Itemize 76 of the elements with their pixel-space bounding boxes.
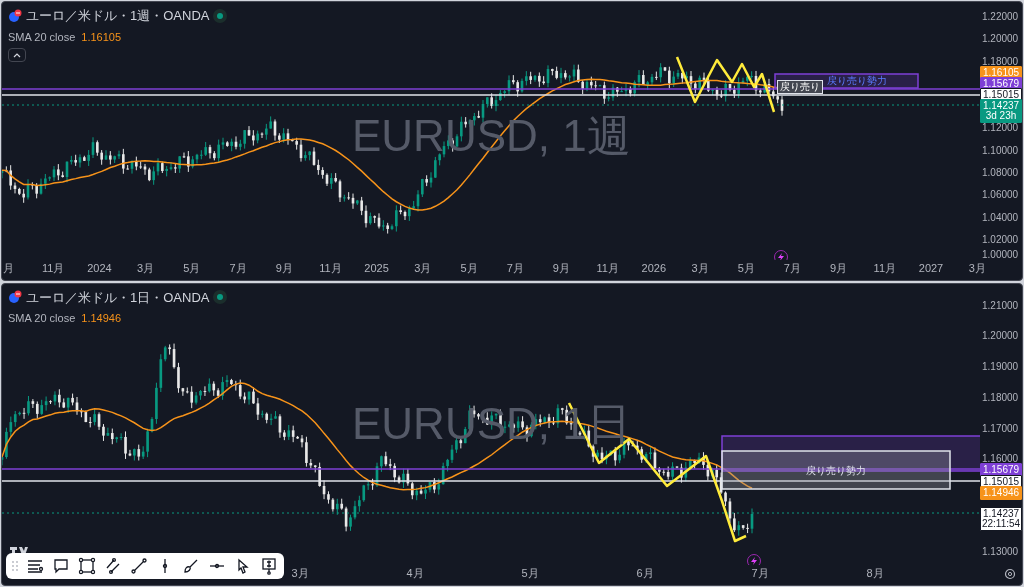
time-tick: 7月 <box>506 262 524 274</box>
chart-title: ユーロ／米ドル・1週・OANDA <box>26 7 210 25</box>
price-value: 1.14237 <box>982 508 1020 519</box>
rectangle-tool-icon[interactable] <box>78 557 96 575</box>
countdown: 3d 23h <box>985 111 1017 121</box>
countdown: 22:11:54 <box>981 518 1021 529</box>
price-value: 1.14237 <box>982 101 1020 111</box>
price-value: 1.15679 <box>982 79 1020 89</box>
price-tick: 1.18000 <box>982 392 1019 403</box>
price-label-icon[interactable] <box>260 557 278 575</box>
time-tick: 2025 <box>364 262 389 274</box>
caret-icon <box>13 52 21 58</box>
price-tick: 1.04000 <box>982 212 1019 223</box>
price-tick: 1.20000 <box>982 34 1019 45</box>
price-tick: 1.17000 <box>982 423 1019 434</box>
time-tick: 3月 <box>291 568 309 579</box>
chart-title: ユーロ／米ドル・1日・OANDA <box>26 288 210 307</box>
trend-line-icon[interactable] <box>130 557 148 575</box>
drag-handle-icon[interactable] <box>12 560 18 572</box>
price-tick: 1.02000 <box>982 234 1019 245</box>
price-value: 1.15679 <box>982 464 1020 475</box>
time-tick: 6月 <box>636 568 654 579</box>
time-tick: 9月 <box>275 262 293 274</box>
price-tick: 1.10000 <box>982 145 1019 156</box>
time-tick: 9月 <box>552 262 570 274</box>
price-tick: 1.22000 <box>982 12 1019 22</box>
price-value: 1.15015 <box>982 90 1020 100</box>
indicator-name: SMA 20 close <box>8 29 76 45</box>
time-tick: 7月 <box>229 262 247 274</box>
time-tick: 9月 <box>830 262 848 274</box>
time-tick: 2024 <box>87 262 112 274</box>
price-value: 1.16105 <box>982 68 1020 78</box>
indicator-value: 1.14946 <box>81 311 122 326</box>
parallel-lines-icon[interactable] <box>104 557 122 575</box>
price-tick: 1.12000 <box>982 123 1019 134</box>
time-tick: 3月 <box>414 262 432 274</box>
price-tick: 1.19000 <box>982 362 1019 372</box>
time-tick: 11月 <box>873 262 896 274</box>
zone-label: 戻り売り勢力 <box>827 76 887 86</box>
indicator-value: 1.16105 <box>81 29 122 45</box>
time-tick: 5月 <box>183 262 201 274</box>
time-tick: 11月 <box>596 262 619 274</box>
price-tick: 1.00000 <box>982 250 1019 260</box>
settings-icon[interactable] <box>1004 568 1016 580</box>
time-tick: 5月 <box>460 262 478 274</box>
price-tick: 1.16000 <box>982 454 1019 465</box>
price-value: 1.15015 <box>982 476 1020 487</box>
flag-icon <box>8 290 22 305</box>
annotation-label: 戻り売り <box>777 80 823 94</box>
price-tick: 1.13000 <box>982 546 1019 557</box>
collapse-button[interactable] <box>8 48 26 62</box>
flag-icon <box>8 8 22 23</box>
price-tick: 1.20000 <box>982 331 1019 342</box>
time-tick: 7月 <box>751 568 769 579</box>
time-tick: 2027 <box>918 262 944 274</box>
indicator-name: SMA 20 close <box>8 311 76 326</box>
price-tick: 1.08000 <box>982 167 1019 178</box>
speech-bubble-icon[interactable] <box>52 557 70 575</box>
time-tick: 3月 <box>137 262 155 274</box>
time-tick: 3月 <box>968 262 986 274</box>
price-value: 1.14946 <box>982 487 1020 498</box>
price-tick: 1.18000 <box>982 56 1019 67</box>
time-tick: 11月 <box>42 262 65 274</box>
time-tick: 8月 <box>866 568 884 579</box>
price-tick: 1.06000 <box>982 190 1019 201</box>
time-tick: 7月 <box>783 262 801 274</box>
time-tick: 4月 <box>406 568 424 579</box>
time-tick: 5月 <box>521 568 539 579</box>
price-tick: 1.21000 <box>982 300 1019 311</box>
time-tick: 月 <box>2 262 14 274</box>
time-tick: 5月 <box>737 262 755 274</box>
brush-icon[interactable] <box>182 557 200 575</box>
time-tick: 3月 <box>691 262 709 274</box>
time-tick: 11月 <box>319 262 342 274</box>
time-tick: 2026 <box>641 262 667 274</box>
lines-tool-icon[interactable] <box>26 557 44 575</box>
